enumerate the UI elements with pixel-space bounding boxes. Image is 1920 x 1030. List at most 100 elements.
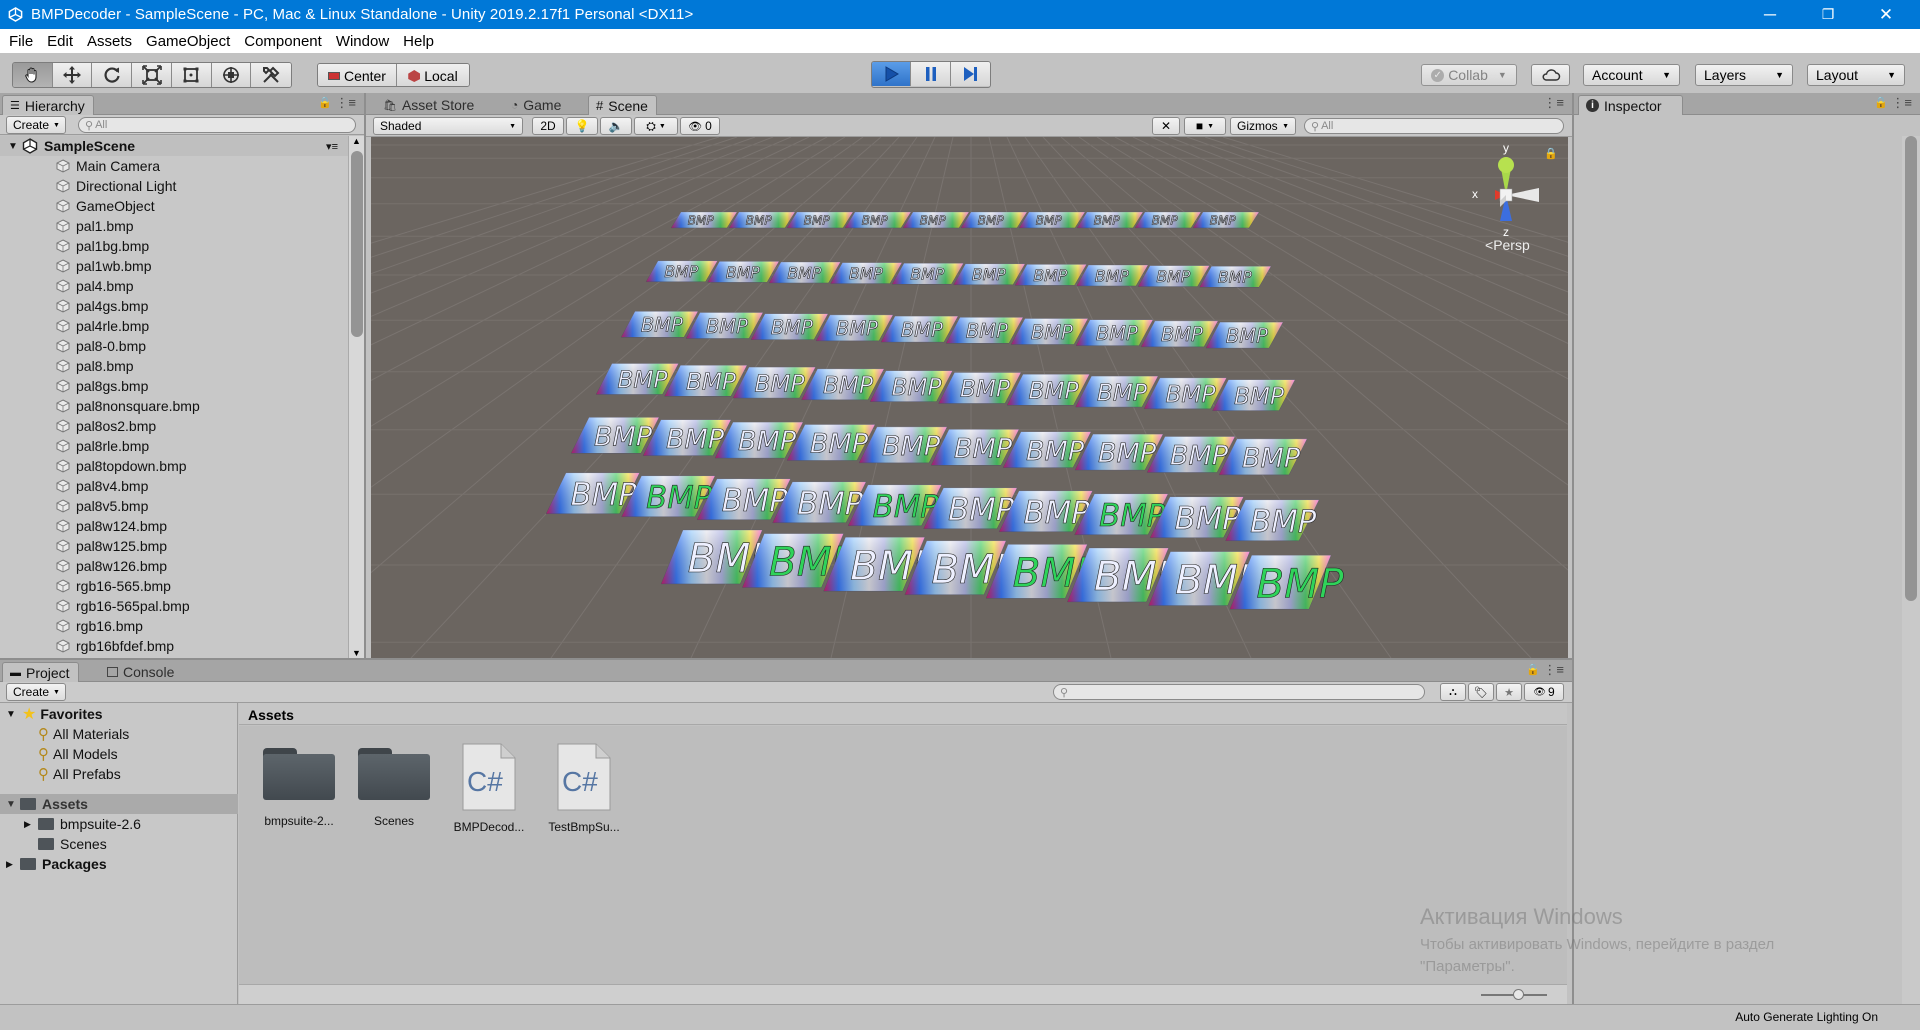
assets-root-row[interactable]: ▼ Assets: [0, 794, 238, 814]
bmp-texture-tile[interactable]: BMP: [1075, 319, 1154, 346]
gizmo-lock-icon[interactable]: 🔒: [1544, 147, 1558, 160]
bmp-texture-tile[interactable]: BMP: [714, 421, 804, 459]
tab-project[interactable]: ▬ Project: [2, 662, 79, 682]
hierarchy-item[interactable]: rgb16-565.bmp: [0, 576, 171, 596]
hierarchy-item[interactable]: pal8v4.bmp: [0, 476, 148, 496]
panel-menu-icon[interactable]: ⋮≡: [1891, 95, 1912, 111]
menu-assets[interactable]: Assets: [80, 33, 139, 50]
hierarchy-item[interactable]: pal8w124.bmp: [0, 516, 167, 536]
audio-toggle[interactable]: 🔈: [600, 117, 632, 135]
menu-edit[interactable]: Edit: [40, 33, 80, 50]
bmp-texture-tile[interactable]: BMP: [902, 211, 970, 229]
inspector-scrollbar[interactable]: [1902, 136, 1920, 1004]
scene-search-input[interactable]: ⚲ All: [1304, 118, 1564, 134]
panel-menu-icon[interactable]: ⋮≡: [335, 95, 356, 111]
menu-component[interactable]: Component: [237, 33, 329, 50]
bmp-texture-tile[interactable]: BMP: [1006, 374, 1090, 406]
bmp-texture-tile[interactable]: BMP: [1002, 431, 1092, 468]
bmp-texture-tile[interactable]: BMP: [664, 365, 748, 397]
bmp-texture-tile[interactable]: BMP: [685, 312, 764, 339]
inspector-scroll-thumb[interactable]: [1905, 136, 1917, 601]
hierarchy-item[interactable]: pal8nonsquare.bmp: [0, 396, 200, 416]
tab-asset-store[interactable]: 🛍 Asset Store: [376, 95, 482, 115]
panel-menu-icon[interactable]: ⋮≡: [1543, 95, 1564, 111]
bmp-texture-tile[interactable]: BMP: [1218, 438, 1308, 476]
bmp-texture-tile[interactable]: BMP: [1018, 211, 1086, 229]
hierarchy-scrollbar[interactable]: ▲ ▼: [348, 136, 364, 658]
bmp-texture-tile[interactable]: BMP: [858, 426, 948, 464]
bmp-texture-tile[interactable]: BMP: [645, 260, 718, 283]
asset-item-script-testbmpsuite[interactable]: C# TestBmpSu...: [542, 742, 626, 834]
cloud-button[interactable]: [1531, 64, 1570, 86]
bmp-texture-tile[interactable]: BMP: [1199, 265, 1272, 288]
breadcrumb-assets[interactable]: Assets: [248, 707, 294, 723]
panel-menu-icon[interactable]: ⋮≡: [1543, 662, 1564, 678]
hierarchy-item[interactable]: pal4gs.bmp: [0, 296, 148, 316]
hierarchy-item[interactable]: pal8-0.bmp: [0, 336, 146, 356]
bmp-strip[interactable]: BMPBMPBMPBMPBMPBMPBMPBMP: [660, 529, 1344, 610]
scroll-down-icon[interactable]: ▼: [352, 648, 361, 658]
folder-row-scenes[interactable]: Scenes: [0, 834, 107, 854]
project-search-input[interactable]: ⚲: [1053, 684, 1425, 700]
hierarchy-item[interactable]: pal8topdown.bmp: [0, 456, 187, 476]
hierarchy-search-input[interactable]: ⚲ All: [78, 117, 356, 133]
effects-dropdown[interactable]: ⛭ ▼: [634, 117, 678, 135]
bmp-strip[interactable]: BMP BMP BMP BMP BMP BMP BMP BMP BMP BMP: [595, 363, 1296, 411]
mode-2d-toggle[interactable]: 2D: [532, 117, 564, 135]
minimize-button[interactable]: ─: [1742, 0, 1798, 29]
layout-dropdown[interactable]: Layout ▼: [1807, 64, 1905, 86]
folder-row-bmpsuite[interactable]: ▶ bmpsuite-2.6: [0, 814, 141, 834]
favorite-all-models[interactable]: ⚲ All Models: [0, 744, 118, 764]
pivot-center-button[interactable]: Center: [318, 64, 397, 86]
bmp-texture-tile[interactable]: BMP: [869, 370, 953, 402]
bmp-texture-tile[interactable]: BMP: [1014, 264, 1087, 286]
favorite-all-prefabs[interactable]: ⚲ All Prefabs: [0, 764, 121, 784]
search-by-label-button[interactable]: 🏷: [1468, 683, 1494, 701]
lighting-toggle[interactable]: 💡: [566, 117, 598, 135]
bmp-texture-tile[interactable]: BMP: [1134, 211, 1202, 229]
bmp-strip[interactable]: BMP BMP BMP BMP BMP BMP BMP BMP BMP BMP: [545, 472, 1320, 542]
bmp-texture-tile[interactable]: BMP: [620, 311, 699, 338]
hierarchy-item[interactable]: pal1.bmp: [0, 216, 134, 236]
bmp-texture-tile[interactable]: BMP: [1212, 379, 1296, 411]
menu-gameobject[interactable]: GameObject: [139, 33, 237, 50]
bmp-texture-tile[interactable]: BMP: [1074, 433, 1164, 471]
favorites-row[interactable]: ▼ ★ Favorites: [0, 704, 238, 724]
hierarchy-item[interactable]: pal8rle.bmp: [0, 436, 149, 456]
lock-icon[interactable]: 🔒: [1526, 663, 1540, 676]
scene-menu-icon[interactable]: ▾≡: [326, 140, 338, 153]
bmp-texture-tile[interactable]: BMP: [707, 261, 780, 283]
hierarchy-item[interactable]: pal8gs.bmp: [0, 376, 148, 396]
bmp-texture-tile[interactable]: BMP: [768, 261, 841, 284]
menu-help[interactable]: Help: [396, 33, 441, 50]
tab-inspector[interactable]: i Inspector: [1578, 95, 1683, 115]
packages-row[interactable]: ▶ Packages: [0, 854, 107, 874]
move-tool-button[interactable]: [52, 63, 93, 87]
hierarchy-item[interactable]: rgb16bfdef.bmp: [0, 636, 174, 656]
bmp-texture-tile[interactable]: BMP: [1075, 375, 1159, 408]
bmp-texture-tile[interactable]: BMP: [830, 262, 903, 284]
pivot-local-button[interactable]: Local: [396, 64, 469, 86]
tab-scene[interactable]: # Scene: [588, 95, 657, 115]
bmp-texture-tile[interactable]: BMP: [1146, 436, 1236, 473]
tab-hierarchy[interactable]: ☰ Hierarchy: [2, 95, 94, 115]
rect-tool-button[interactable]: [171, 63, 212, 87]
play-button[interactable]: [872, 62, 912, 86]
custom-tool-button[interactable]: [251, 63, 291, 87]
hierarchy-item[interactable]: pal8w125.bmp: [0, 536, 167, 556]
favorite-button[interactable]: ★: [1496, 683, 1522, 701]
bmp-texture-tile[interactable]: BMP: [1143, 377, 1227, 410]
favorite-all-materials[interactable]: ⚲ All Materials: [0, 724, 129, 744]
bmp-texture-tile[interactable]: BMP: [728, 211, 796, 229]
bmp-texture-tile[interactable]: BMP: [750, 313, 829, 340]
hidden-packages-toggle[interactable]: 👁 9: [1524, 683, 1564, 701]
bmp-texture-tile[interactable]: BMP: [801, 368, 885, 401]
hierarchy-item[interactable]: pal8w126.bmp: [0, 556, 167, 576]
hierarchy-item[interactable]: rgb16-565pal.bmp: [0, 596, 190, 616]
pause-button[interactable]: [911, 62, 951, 86]
bmp-texture-tile[interactable]: BMP: [545, 472, 640, 515]
projection-toggle[interactable]: <Persp: [1485, 237, 1530, 253]
bmp-texture-tile[interactable]: BMP: [570, 417, 660, 454]
layers-dropdown[interactable]: Layers ▼: [1695, 64, 1793, 86]
gizmos-dropdown[interactable]: Gizmos ▼: [1230, 117, 1296, 135]
